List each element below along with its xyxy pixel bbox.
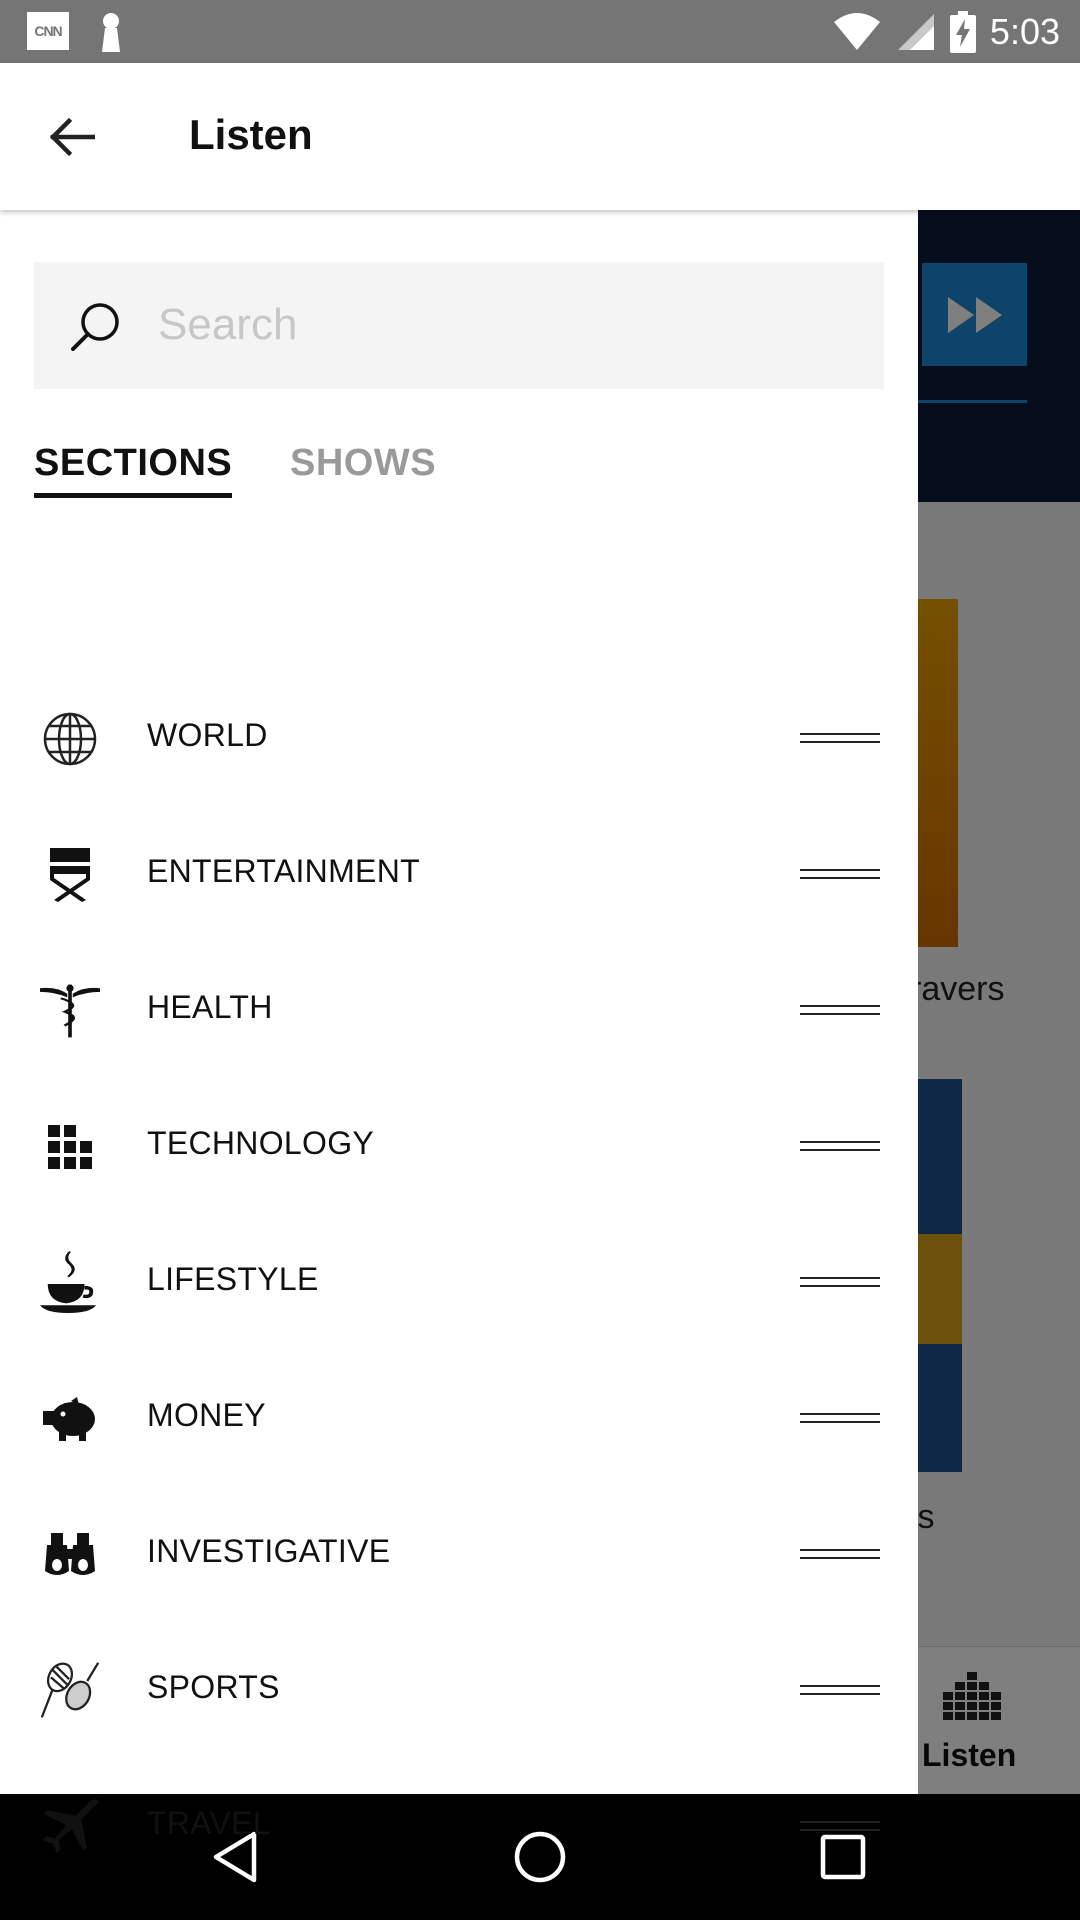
section-item-entertainment[interactable]: ENTERTAINMENT [0,807,918,943]
section-item-label: INVESTIGATIVE [147,1533,391,1569]
section-item-sports[interactable]: SPORTS [0,1623,918,1759]
section-item-label: TECHNOLOGY [147,1125,375,1161]
section-item-label: MONEY [147,1397,266,1433]
section-item-label: LIFESTYLE [147,1261,319,1297]
globe-icon [40,709,100,769]
section-item-money[interactable]: MONEY [0,1351,918,1487]
section-item-technology[interactable]: TECHNOLOGY [0,1079,918,1215]
coffee-cup-icon [40,1251,100,1313]
section-item-label: TRAVEL [147,1805,271,1841]
back-button[interactable] [38,108,106,166]
tab-shows[interactable]: SHOWS [290,442,436,485]
page-title: Listen [189,111,313,158]
drag-handle[interactable] [800,1545,880,1565]
grid-icon [40,1117,100,1177]
search-input[interactable] [158,292,858,358]
airplane-icon [40,1797,100,1857]
section-item-label: WORLD [147,717,268,753]
arrow-left-icon [49,117,95,157]
directors-chair-icon [40,845,100,905]
navigation-drawer: SECTIONS SHOWS WORLD ENTERTAINMENT [0,210,918,1854]
drag-handle[interactable] [800,1409,880,1429]
binoculars-icon [40,1525,100,1585]
search-icon [71,303,119,351]
tennis-rackets-icon [40,1661,100,1721]
section-item-label: HEALTH [147,989,273,1025]
section-item-lifestyle[interactable]: LIFESTYLE [0,1215,918,1351]
section-item-label: SPORTS [147,1669,280,1705]
drag-handle[interactable] [800,1273,880,1293]
status-time: 5:03 [989,11,1060,52]
drag-handle[interactable] [800,1817,880,1837]
section-item-investigative[interactable]: INVESTIGATIVE [0,1487,918,1623]
battery-charging-icon [949,11,976,53]
cell-signal-icon [897,14,934,50]
drag-handle[interactable] [800,865,880,885]
drag-handle[interactable] [800,1137,880,1157]
section-item-health[interactable]: HEALTH [0,943,918,1079]
keyhole-icon [102,13,120,52]
wifi-icon [833,13,880,50]
drag-handle[interactable] [800,729,880,749]
section-item-label: ENTERTAINMENT [147,853,420,889]
status-bar: CNN 5:03 [0,0,1080,63]
section-item-world[interactable]: WORLD [0,671,918,807]
drag-handle[interactable] [800,1001,880,1021]
app-bar: Listen [0,63,1080,210]
tab-sections[interactable]: SECTIONS [34,442,233,498]
drag-handle[interactable] [800,1681,880,1701]
caduceus-icon [40,981,100,1041]
search-box [34,262,884,389]
cnn-notification-icon: CNN [27,12,69,50]
section-item-travel[interactable]: TRAVEL [0,1759,918,1895]
piggy-bank-icon [40,1389,100,1449]
